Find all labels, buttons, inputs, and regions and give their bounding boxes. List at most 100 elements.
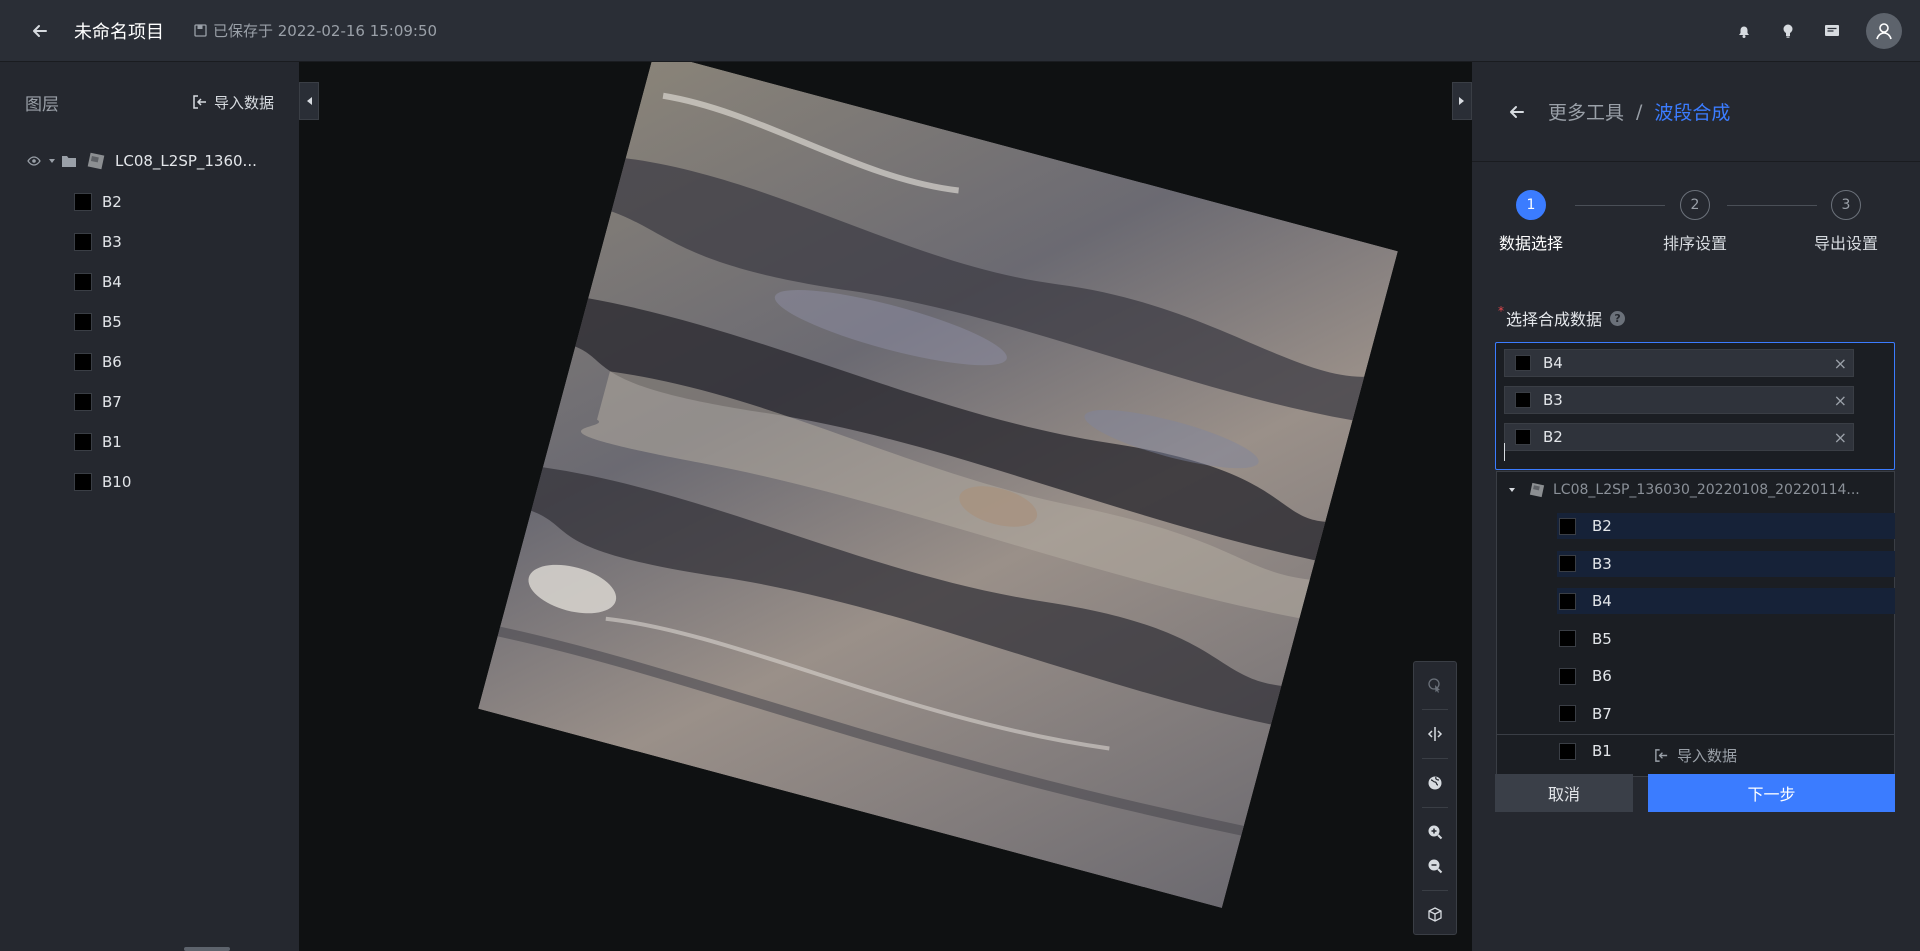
globe-icon <box>1428 776 1442 790</box>
zoom-out-icon <box>1428 859 1443 874</box>
avatar[interactable] <box>1866 13 1902 49</box>
step-sort-settings: 2 排序设置 <box>1640 190 1750 254</box>
band-label: B7 <box>102 393 122 411</box>
next-button[interactable]: 下一步 <box>1648 774 1895 812</box>
bell-icon <box>1739 26 1749 38</box>
step-number: 3 <box>1831 190 1861 220</box>
map-canvas[interactable] <box>299 62 1472 951</box>
band-swatch <box>74 433 92 451</box>
band-label: B2 <box>102 193 122 211</box>
globe-button[interactable] <box>1420 768 1450 798</box>
collapse-right-panel-button[interactable] <box>1452 82 1472 120</box>
notification-button[interactable] <box>1722 9 1766 53</box>
3d-view-button[interactable] <box>1420 900 1450 930</box>
scrollbar-thumb[interactable] <box>184 947 230 951</box>
tool-panel: 更多工具 / 波段合成 1 数据选择 2 排序设置 3 导出设置 * 选择合成数… <box>1472 62 1920 951</box>
breadcrumb-separator: / <box>1636 100 1643 123</box>
band-swatch <box>1515 355 1531 371</box>
stepper: 1 数据选择 2 排序设置 3 导出设置 <box>1472 162 1920 282</box>
top-bar: 未命名项目 已保存于 2022-02-16 15:09:50 <box>0 0 1920 62</box>
cancel-button[interactable]: 取消 <box>1495 774 1633 812</box>
arrow-left-icon <box>33 24 47 37</box>
caret-down-icon[interactable] <box>1507 485 1517 495</box>
collapse-left-panel-button[interactable] <box>299 82 319 120</box>
dropdown-option[interactable]: B5 <box>1557 626 1895 652</box>
save-status-text: 已保存于 2022-02-16 15:09:50 <box>213 22 438 40</box>
band-label: B4 <box>102 273 122 291</box>
split-view-button[interactable] <box>1420 719 1450 749</box>
band-dropdown: LC08_L2SP_136030_20220108_20220114... B2… <box>1496 471 1895 777</box>
text-cursor <box>1504 443 1505 461</box>
lightbulb-icon <box>1783 24 1793 38</box>
selected-tag: B3 × <box>1504 386 1854 414</box>
user-icon <box>1876 23 1892 40</box>
option-label: B7 <box>1592 704 1612 723</box>
select-tool-button[interactable] <box>1420 670 1450 700</box>
tag-label: B4 <box>1543 354 1563 372</box>
message-icon <box>1825 25 1839 36</box>
satellite-image <box>478 62 1398 909</box>
band-swatch <box>1559 630 1576 647</box>
dropdown-layer-name: LC08_L2SP_136030_20220108_20220114... <box>1553 482 1860 498</box>
zoom-in-icon <box>1428 825 1443 840</box>
toolbar-divider <box>1422 807 1448 808</box>
save-status: 已保存于 2022-02-16 15:09:50 <box>194 20 437 41</box>
required-mark: * <box>1498 304 1504 318</box>
caret-down-icon[interactable] <box>47 156 57 166</box>
band-item[interactable]: B5 <box>0 302 299 342</box>
close-icon[interactable]: × <box>1834 354 1847 373</box>
dropdown-option[interactable]: B2 <box>1557 513 1895 539</box>
breadcrumb: 更多工具 / 波段合成 <box>1472 62 1920 162</box>
toolbar-divider <box>1422 758 1448 759</box>
breadcrumb-back-button[interactable] <box>1502 97 1532 127</box>
band-swatch <box>74 393 92 411</box>
band-item[interactable]: B4 <box>0 262 299 302</box>
dropdown-layer-row[interactable]: LC08_L2SP_136030_20220108_20220114... <box>1497 472 1894 508</box>
dropdown-option[interactable]: B4 <box>1557 588 1895 614</box>
eye-icon[interactable] <box>27 154 41 168</box>
dropdown-option[interactable]: B7 <box>1557 701 1895 727</box>
band-item[interactable]: B6 <box>0 342 299 382</box>
split-icon <box>1427 727 1443 741</box>
band-label: B6 <box>102 353 122 371</box>
band-multi-select[interactable]: B4 × B3 × B2 × <box>1495 342 1895 470</box>
band-item[interactable]: B3 <box>0 222 299 262</box>
step-number: 1 <box>1516 190 1546 220</box>
folder-icon <box>62 156 76 167</box>
band-item[interactable]: B7 <box>0 382 299 422</box>
selected-tag: B4 × <box>1504 349 1854 377</box>
step-label: 数据选择 <box>1498 234 1563 253</box>
band-item[interactable]: B10 <box>0 462 299 502</box>
toolbar-divider <box>1422 709 1448 710</box>
import-data-button[interactable]: 导入数据 <box>192 92 274 113</box>
help-icon[interactable]: ? <box>1610 310 1626 326</box>
triangle-left-icon <box>307 97 312 105</box>
dropdown-option[interactable]: B6 <box>1557 663 1895 689</box>
band-swatch <box>1559 592 1576 610</box>
dropdown-option[interactable]: B3 <box>1557 550 1895 577</box>
close-icon[interactable]: × <box>1834 428 1847 447</box>
close-icon[interactable]: × <box>1834 391 1847 410</box>
message-button[interactable] <box>1810 9 1854 53</box>
layer-thumbnail <box>1529 482 1545 498</box>
band-swatch <box>1515 429 1531 445</box>
layer-group-row[interactable]: LC08_L2SP_1360... <box>0 142 299 180</box>
option-label: B4 <box>1592 592 1612 610</box>
option-label: B5 <box>1592 629 1612 648</box>
back-button[interactable] <box>18 9 62 53</box>
field-label-text: 选择合成数据 <box>1506 310 1603 329</box>
band-item[interactable]: B1 <box>0 422 299 462</box>
top-icons <box>1722 0 1902 62</box>
dropdown-import-button[interactable]: 导入数据 <box>1497 734 1894 776</box>
zoom-in-button[interactable] <box>1420 817 1450 847</box>
breadcrumb-parent[interactable]: 更多工具 <box>1548 98 1624 125</box>
cube-icon <box>1428 907 1442 922</box>
import-icon <box>1655 749 1668 762</box>
tips-button[interactable] <box>1766 9 1810 53</box>
project-title[interactable]: 未命名项目 <box>74 18 164 44</box>
zoom-out-button[interactable] <box>1420 851 1450 881</box>
band-swatch <box>1559 517 1576 535</box>
triangle-right-icon <box>1459 97 1464 105</box>
band-item[interactable]: B2 <box>0 182 299 222</box>
import-data-label: 导入数据 <box>213 93 274 112</box>
